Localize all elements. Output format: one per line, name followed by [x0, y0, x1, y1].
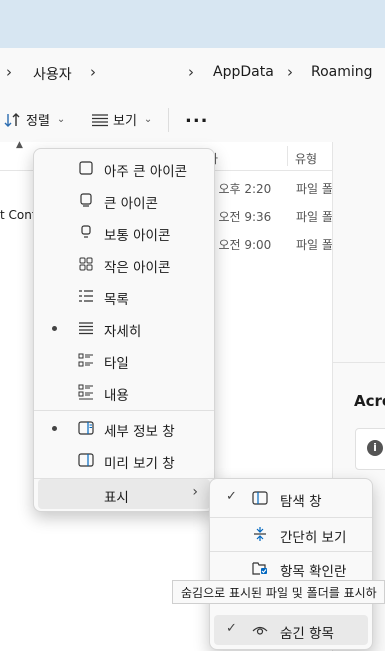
- breadcrumb-users[interactable]: 사용자: [33, 64, 72, 84]
- compact-view-icon: [254, 527, 266, 541]
- row-type: 파일 폴: [296, 238, 333, 252]
- sort-indicator-icon: ▲: [16, 140, 23, 150]
- chevron-right-icon: ›: [188, 63, 194, 81]
- column-divider: [287, 146, 288, 166]
- menu-item-show[interactable]: 표시 ›: [38, 479, 210, 509]
- details-pane-icon: [78, 421, 94, 435]
- navigation-pane-icon: [252, 491, 268, 505]
- menu-item-content[interactable]: 내용: [38, 377, 210, 407]
- chevron-down-icon: ⌄: [56, 114, 66, 125]
- list-icon: [79, 290, 93, 302]
- view-menu: 아주 큰 아이콘 큰 아이콘 보통 아이콘 작은 아이콘 목록 자세히 타일 내…: [33, 148, 215, 512]
- address-bar[interactable]: › 사용자 › › AppData › Roaming: [0, 48, 385, 99]
- menu-item-compact-view[interactable]: 간단히 보기: [214, 519, 368, 549]
- tiles-icon: [78, 353, 93, 367]
- pane-divider: [333, 362, 385, 363]
- chevron-right-icon: ›: [287, 63, 293, 81]
- file-name-fragment[interactable]: t Cont: [0, 208, 37, 222]
- row-type: 파일 폴: [296, 182, 333, 196]
- menu-item-extra-large-icons[interactable]: 아주 큰 아이콘: [38, 153, 210, 183]
- menu-item-hidden-items[interactable]: ✓ 숨긴 항목: [214, 615, 368, 645]
- menu-item-item-checkboxes[interactable]: 항목 확인란: [214, 553, 368, 583]
- view-list-icon: [92, 113, 108, 126]
- hidden-items-tooltip: 숨김으로 표시된 파일 및 폴더를 표시하: [172, 580, 385, 604]
- view-label: 보기: [113, 114, 137, 129]
- menu-separator: [210, 517, 372, 518]
- menu-item-navigation-pane[interactable]: ✓ 탐색 창: [214, 483, 368, 513]
- menu-item-small-icons[interactable]: 작은 아이콘: [38, 249, 210, 279]
- window-title-strip: [0, 0, 385, 48]
- details-icon: [79, 322, 93, 335]
- menu-item-list[interactable]: 목록: [38, 281, 210, 311]
- chevron-right-icon: ›: [90, 63, 96, 81]
- content-icon: [78, 384, 93, 400]
- menu-separator: [210, 551, 372, 552]
- menu-item-large-icons[interactable]: 큰 아이콘: [38, 185, 210, 215]
- checkmark-icon: ✓: [226, 489, 237, 504]
- selected-bullet-icon: [52, 426, 57, 431]
- row-date: 2 오전 9:00: [207, 238, 272, 252]
- row-date: 4 오후 2:20: [207, 182, 272, 196]
- hidden-items-icon: [252, 626, 268, 635]
- chevron-right-icon: ›: [192, 484, 198, 500]
- preview-pane-icon: [78, 453, 94, 467]
- sort-icon: [4, 112, 20, 127]
- more-options-button[interactable]: ...: [185, 106, 209, 127]
- details-title: Acro: [354, 392, 385, 410]
- menu-item-details[interactable]: 자세히: [38, 313, 210, 343]
- menu-separator: [34, 410, 214, 411]
- column-type[interactable]: 유형: [295, 150, 317, 167]
- view-button[interactable]: 보기 ⌄: [91, 110, 152, 129]
- medium-icons-icon: [81, 225, 91, 238]
- large-icons-icon: [80, 193, 92, 207]
- command-bar: 정렬 ⌄ 보기 ⌄ ...: [0, 98, 385, 143]
- breadcrumb-appdata[interactable]: AppData: [213, 64, 274, 80]
- checkmark-icon: ✓: [226, 621, 237, 636]
- breadcrumb-roaming[interactable]: Roaming: [311, 64, 373, 80]
- toolbar-divider: [168, 108, 169, 132]
- row-date: 5 오전 9:36: [207, 210, 272, 224]
- info-icon: i: [367, 440, 383, 456]
- small-icons-icon: [79, 257, 93, 271]
- chevron-right-icon: ›: [6, 63, 12, 81]
- extra-large-icons-icon: [79, 161, 93, 175]
- checkbox-icon: [252, 562, 267, 575]
- menu-item-preview-pane[interactable]: 미리 보기 창: [38, 445, 210, 475]
- show-submenu: ✓ 탐색 창 간단히 보기 항목 확인란 ✓ 숨긴 항목: [209, 478, 373, 650]
- menu-item-tiles[interactable]: 타일: [38, 345, 210, 375]
- sort-button[interactable]: 정렬 ⌄: [4, 110, 65, 129]
- menu-item-medium-icons[interactable]: 보통 아이콘: [38, 217, 210, 247]
- selected-bullet-icon: [52, 326, 57, 331]
- row-type: 파일 폴: [296, 210, 333, 224]
- chevron-down-icon: ⌄: [143, 114, 153, 125]
- sort-label: 정렬: [26, 114, 50, 129]
- menu-item-details-pane[interactable]: 세부 정보 창: [38, 413, 210, 443]
